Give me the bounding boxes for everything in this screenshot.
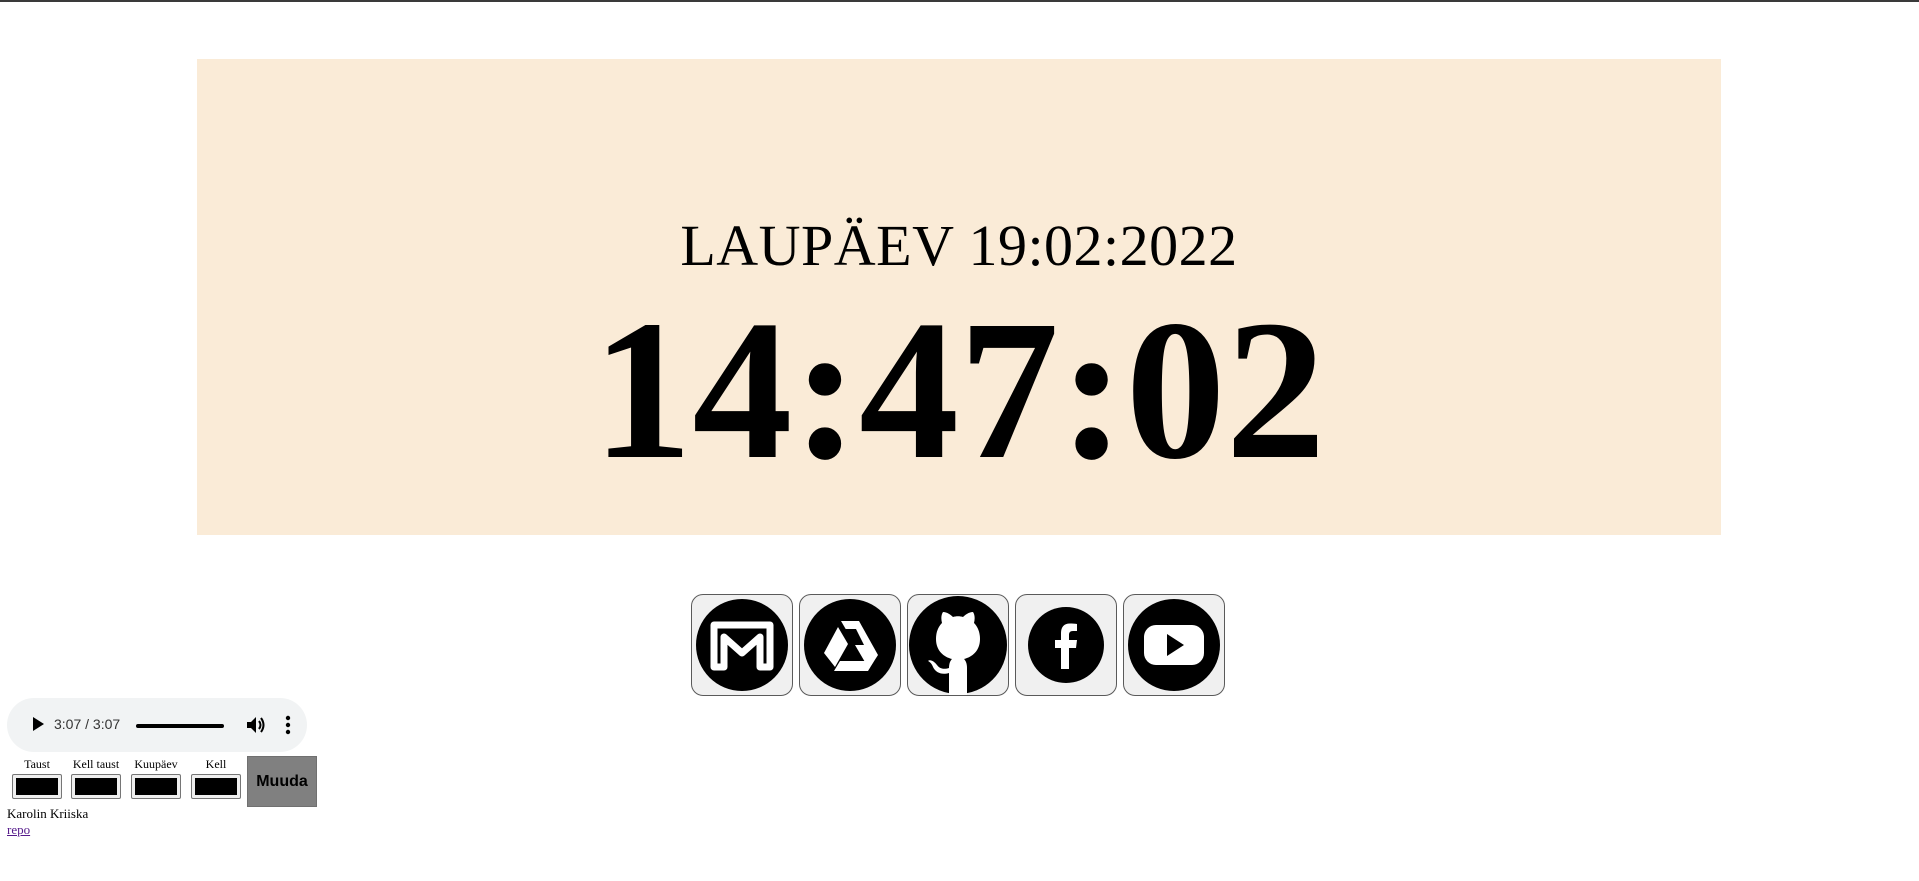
youtube-link-button[interactable] bbox=[1123, 594, 1225, 696]
date-display: LAUPÄEV 19:02:2022 bbox=[680, 213, 1238, 278]
background-color-picker[interactable] bbox=[12, 774, 62, 799]
clock-background-color-value bbox=[75, 778, 117, 795]
change-colors-button[interactable]: Muuda bbox=[247, 756, 317, 807]
author-name: Karolin Kriiska bbox=[7, 806, 89, 821]
date-color-label: Kuupäev bbox=[134, 757, 178, 771]
clock-color-picker[interactable] bbox=[191, 774, 241, 799]
clock-panel: LAUPÄEV 19:02:2022 14:47:02 bbox=[197, 59, 1721, 535]
clock-background-color-control: Kell taust bbox=[70, 756, 122, 799]
google-drive-link-button[interactable] bbox=[799, 594, 901, 696]
time-display: 14:47:02 bbox=[592, 280, 1326, 501]
facebook-icon bbox=[1028, 607, 1104, 683]
clock-color-label: Kell bbox=[205, 757, 227, 771]
background-color-control: Taust bbox=[11, 756, 63, 799]
audio-player: 3:07 / 3:07 bbox=[7, 698, 307, 752]
social-links bbox=[691, 594, 1225, 698]
google-drive-icon bbox=[804, 599, 896, 691]
volume-icon[interactable] bbox=[245, 714, 267, 736]
github-icon bbox=[909, 596, 1007, 695]
gmail-icon bbox=[696, 599, 788, 691]
clock-color-value bbox=[195, 778, 237, 795]
repo-link[interactable]: repo bbox=[7, 822, 30, 838]
youtube-icon bbox=[1128, 599, 1220, 691]
gmail-link-button[interactable] bbox=[691, 594, 793, 696]
background-color-value bbox=[16, 778, 58, 795]
facebook-link-button[interactable] bbox=[1015, 594, 1117, 696]
date-color-control: Kuupäev bbox=[130, 756, 182, 799]
clock-color-control: Kell bbox=[190, 756, 242, 799]
background-color-label: Taust bbox=[24, 757, 50, 771]
more-options-icon[interactable] bbox=[285, 715, 291, 735]
audio-progress-bar[interactable] bbox=[136, 724, 224, 728]
clock-background-color-picker[interactable] bbox=[71, 774, 121, 799]
top-border bbox=[0, 0, 1919, 2]
play-icon[interactable] bbox=[33, 717, 44, 731]
clock-background-color-label: Kell taust bbox=[72, 757, 120, 771]
date-color-value bbox=[135, 778, 177, 795]
audio-time: 3:07 / 3:07 bbox=[54, 716, 121, 732]
date-color-picker[interactable] bbox=[131, 774, 181, 799]
github-link-button[interactable] bbox=[907, 594, 1009, 696]
